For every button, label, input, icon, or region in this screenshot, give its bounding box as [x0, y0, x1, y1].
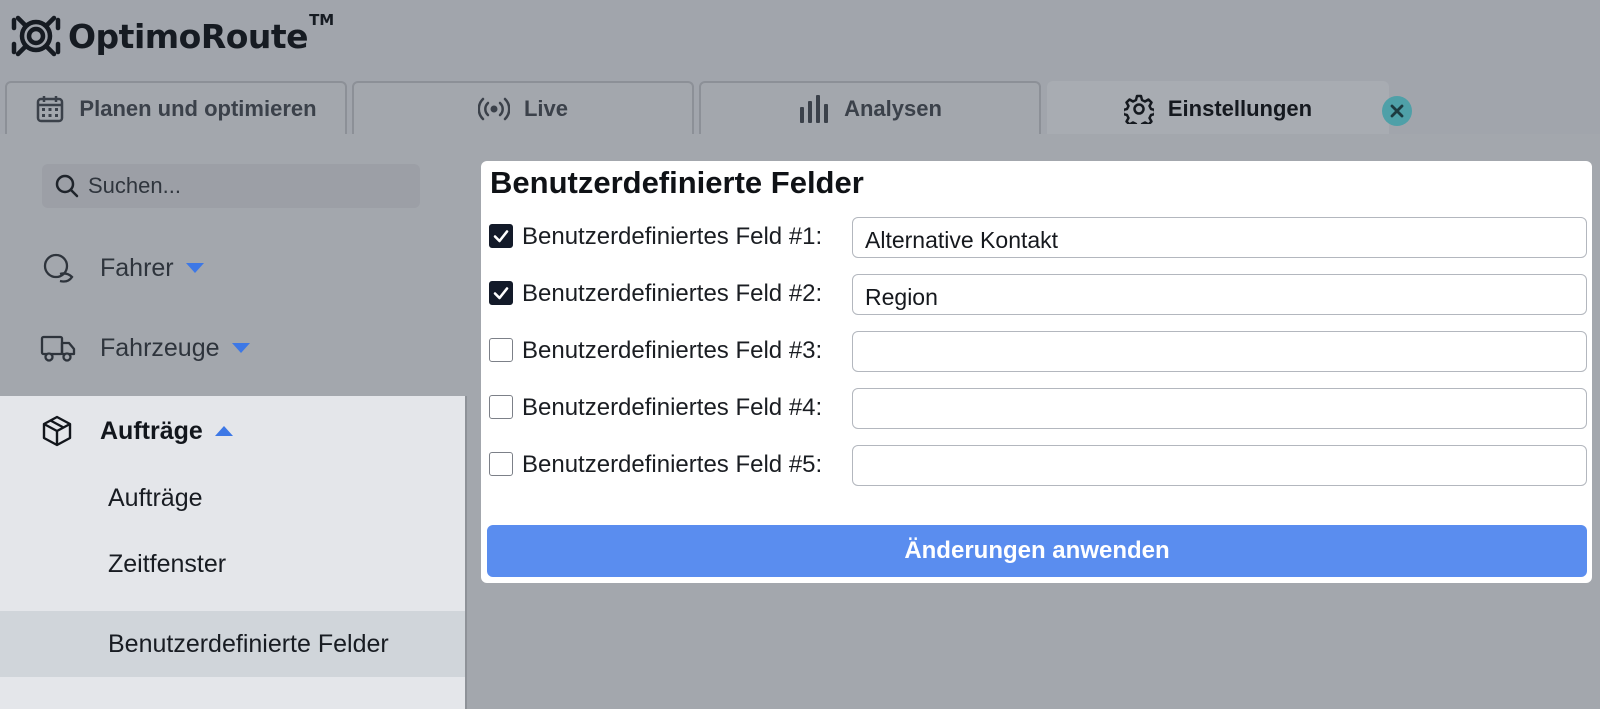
tab-einstellungen[interactable]: Einstellungen: [1047, 81, 1389, 134]
custom-field-5-input[interactable]: [852, 445, 1587, 486]
custom-field-3-checkbox[interactable]: [489, 338, 513, 362]
sidebar-item-label: Fahrzeuge: [100, 333, 220, 362]
close-icon: [1390, 104, 1404, 118]
tab-label: Live: [523, 95, 569, 121]
custom-field-2-input[interactable]: [852, 274, 1587, 315]
custom-field-5-label: Benutzerdefiniertes Feld #5:: [522, 451, 823, 478]
sidebar-item-fahrer[interactable]: Fahrer: [40, 252, 204, 284]
chevron-down-icon: [185, 263, 204, 273]
checkmark-icon: [493, 287, 509, 300]
close-tab-button[interactable]: [1382, 96, 1412, 126]
custom-field-1-label: Benutzerdefiniertes Feld #1:: [522, 223, 823, 250]
custom-field-1-input[interactable]: [852, 217, 1587, 258]
driver-icon: [40, 252, 80, 284]
search-icon: [55, 174, 79, 198]
logo-icon: [11, 15, 61, 57]
tab-live[interactable]: Live: [352, 81, 694, 134]
app-header: OptimoRoute TM: [0, 0, 1600, 72]
custom-field-2-checkbox[interactable]: [489, 281, 513, 305]
chevron-up-icon: [214, 426, 233, 436]
custom-field-5-checkbox[interactable]: [489, 452, 513, 476]
custom-field-4-label: Benutzerdefiniertes Feld #4:: [522, 394, 823, 421]
sidebar-subitem-auftraege[interactable]: Aufträge: [108, 484, 203, 513]
custom-field-row-2: Benutzerdefiniertes Feld #2:: [481, 274, 1592, 316]
app-logo[interactable]: OptimoRoute TM: [10, 10, 334, 62]
search-box[interactable]: [42, 164, 420, 208]
tab-label: Analysen: [844, 95, 942, 121]
custom-field-4-input[interactable]: [852, 388, 1587, 429]
apply-changes-button[interactable]: Änderungen anwenden: [487, 525, 1587, 577]
sidebar-subitem-benutzerdefinierte-felder[interactable]: Benutzerdefinierte Felder: [108, 630, 389, 659]
tab-analysen[interactable]: Analysen: [699, 81, 1041, 134]
sidebar-item-label: Fahrer: [100, 253, 174, 282]
custom-field-row-4: Benutzerdefiniertes Feld #4:: [481, 388, 1592, 430]
app-name: OptimoRoute: [68, 16, 309, 56]
sidebar-subitem-zeitfenster[interactable]: Zeitfenster: [108, 550, 226, 579]
custom-field-2-label: Benutzerdefiniertes Feld #2:: [522, 280, 823, 307]
custom-fields-panel: Benutzerdefinierte Felder Benutzerdefini…: [481, 161, 1592, 583]
custom-field-1-checkbox[interactable]: [489, 224, 513, 248]
broadcast-icon: [477, 96, 510, 122]
custom-field-row-5: Benutzerdefiniertes Feld #5:: [481, 445, 1592, 487]
custom-field-4-checkbox[interactable]: [489, 395, 513, 419]
main-tabs: Planen und optimieren Live Analysen Eins…: [0, 72, 1600, 134]
search-input[interactable]: [88, 173, 408, 199]
gear-icon: [1123, 94, 1154, 124]
custom-field-3-label: Benutzerdefiniertes Feld #3:: [522, 337, 823, 364]
custom-field-row-3: Benutzerdefiniertes Feld #3:: [481, 331, 1592, 373]
custom-field-row-1: Benutzerdefiniertes Feld #1:: [481, 217, 1592, 259]
sidebar-item-label: Aufträge: [100, 416, 203, 445]
truck-icon: [40, 333, 80, 363]
calendar-icon: [35, 94, 65, 124]
sidebar-item-fahrzeuge[interactable]: Fahrzeuge: [40, 333, 250, 363]
sidebar-divider: [465, 396, 467, 709]
trademark-symbol: TM: [309, 11, 335, 29]
tab-label: Planen und optimieren: [79, 95, 317, 121]
tab-planen[interactable]: Planen und optimieren: [5, 81, 347, 134]
custom-field-3-input[interactable]: [852, 331, 1587, 372]
checkmark-icon: [493, 230, 509, 243]
panel-title: Benutzerdefinierte Felder: [490, 165, 864, 200]
chevron-down-icon: [231, 343, 250, 353]
package-icon: [40, 414, 80, 448]
bar-chart-icon: [798, 94, 830, 123]
sidebar-item-auftraege[interactable]: Aufträge: [40, 414, 233, 448]
tab-label: Einstellungen: [1167, 95, 1313, 121]
